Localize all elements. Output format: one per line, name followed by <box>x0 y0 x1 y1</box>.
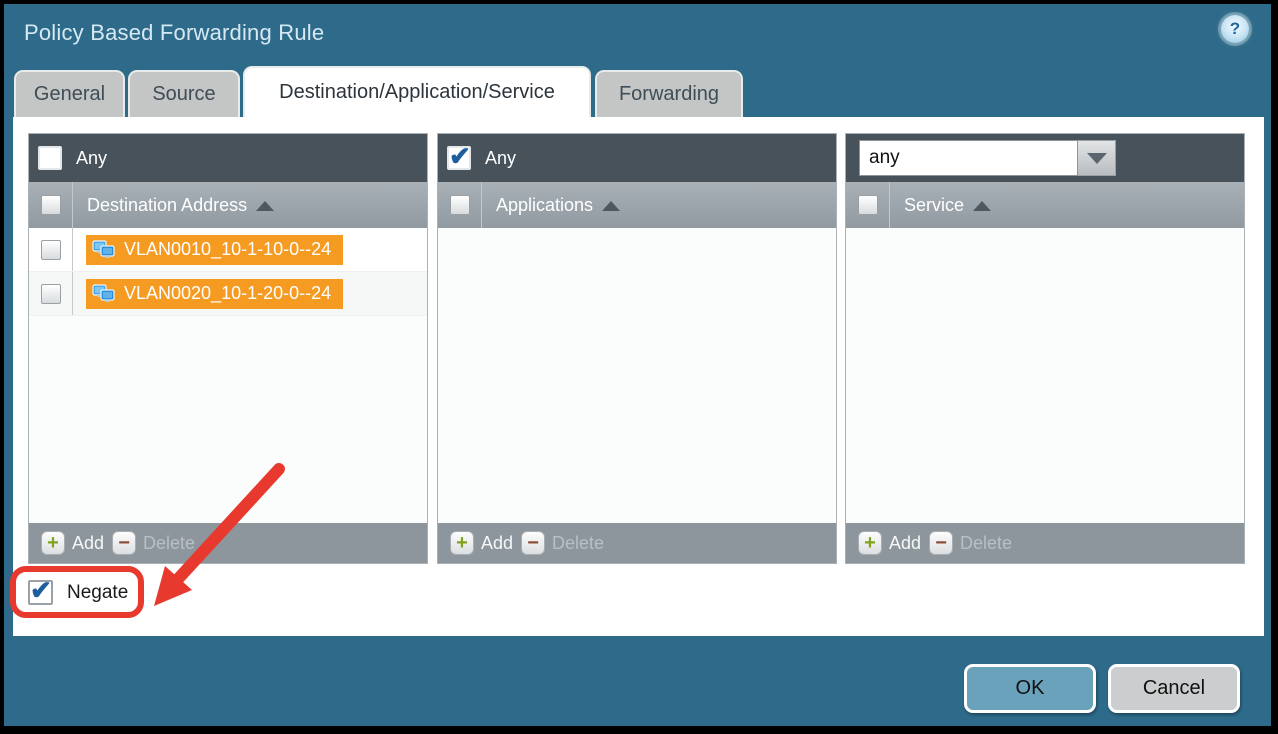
row-checkbox[interactable] <box>41 284 61 304</box>
address-object-label: VLAN0020_10-1-20-0--24 <box>124 283 331 304</box>
sort-ascending-icon <box>602 201 620 211</box>
service-dropdown[interactable]: any <box>859 140 1116 176</box>
applications-toolbar: + Add − Delete <box>438 523 836 563</box>
address-object-badge[interactable]: VLAN0020_10-1-20-0--24 <box>86 279 343 309</box>
service-list <box>846 228 1244 523</box>
service-select-all-checkbox[interactable] <box>858 195 878 215</box>
applications-list <box>438 228 836 523</box>
destination-any-bar: Any <box>29 134 427 182</box>
table-row[interactable]: VLAN0020_10-1-20-0--24 <box>29 272 427 316</box>
add-button[interactable]: + Add <box>858 531 921 555</box>
applications-column-header[interactable]: Applications <box>438 182 836 228</box>
add-plus-icon: + <box>450 531 474 555</box>
help-icon[interactable]: ? <box>1221 15 1249 43</box>
applications-any-bar: Any <box>438 134 836 182</box>
delete-button[interactable]: − Delete <box>521 531 604 555</box>
destination-any-checkbox[interactable] <box>38 146 62 170</box>
destination-select-all-checkbox[interactable] <box>41 195 61 215</box>
add-button[interactable]: + Add <box>450 531 513 555</box>
tab-forwarding[interactable]: Forwarding <box>595 70 743 117</box>
destination-column-header[interactable]: Destination Address <box>29 182 427 228</box>
negate-checkbox[interactable] <box>28 580 53 605</box>
service-any-bar: any <box>846 134 1244 182</box>
add-button[interactable]: + Add <box>41 531 104 555</box>
service-panel: any Service + Add − Delete <box>845 133 1245 564</box>
chevron-down-icon <box>1087 153 1107 164</box>
destination-toolbar: + Add − Delete <box>29 523 427 563</box>
network-hosts-icon <box>92 284 116 304</box>
delete-button[interactable]: − Delete <box>929 531 1012 555</box>
delete-button[interactable]: − Delete <box>112 531 195 555</box>
applications-any-checkbox[interactable] <box>447 146 471 170</box>
service-column-header[interactable]: Service <box>846 182 1244 228</box>
network-hosts-icon <box>92 240 116 260</box>
tab-source[interactable]: Source <box>128 70 240 117</box>
service-toolbar: + Add − Delete <box>846 523 1244 563</box>
address-object-label: VLAN0010_10-1-10-0--24 <box>124 239 331 260</box>
delete-minus-icon: − <box>521 531 545 555</box>
tab-destination-application-service[interactable]: Destination/Application/Service <box>243 66 591 117</box>
destination-column-title: Destination Address <box>87 195 247 216</box>
cancel-button[interactable]: Cancel <box>1108 664 1240 713</box>
delete-minus-icon: − <box>929 531 953 555</box>
applications-column-title: Applications <box>496 195 593 216</box>
service-dropdown-button[interactable] <box>1078 140 1116 176</box>
negate-label: Negate <box>67 582 128 604</box>
destination-any-label: Any <box>76 148 107 169</box>
sort-ascending-icon <box>973 201 991 211</box>
negate-control: Negate <box>28 580 128 605</box>
add-plus-icon: + <box>858 531 882 555</box>
applications-any-label: Any <box>485 148 516 169</box>
delete-minus-icon: − <box>112 531 136 555</box>
add-plus-icon: + <box>41 531 65 555</box>
row-checkbox[interactable] <box>41 240 61 260</box>
tab-general[interactable]: General <box>14 70 125 117</box>
service-dropdown-value: any <box>859 140 1078 176</box>
table-row[interactable]: VLAN0010_10-1-10-0--24 <box>29 228 427 272</box>
ok-button[interactable]: OK <box>964 664 1096 713</box>
destination-list: VLAN0010_10-1-10-0--24 VLAN0020_10-1-20-… <box>29 228 427 523</box>
service-column-title: Service <box>904 195 964 216</box>
destination-address-panel: Any Destination Address VLAN0010_10 <box>28 133 428 564</box>
applications-select-all-checkbox[interactable] <box>450 195 470 215</box>
address-object-badge[interactable]: VLAN0010_10-1-10-0--24 <box>86 235 343 265</box>
applications-panel: Any Applications + Add − Delete <box>437 133 837 564</box>
sort-ascending-icon <box>256 201 274 211</box>
dialog-title: Policy Based Forwarding Rule <box>24 20 324 46</box>
